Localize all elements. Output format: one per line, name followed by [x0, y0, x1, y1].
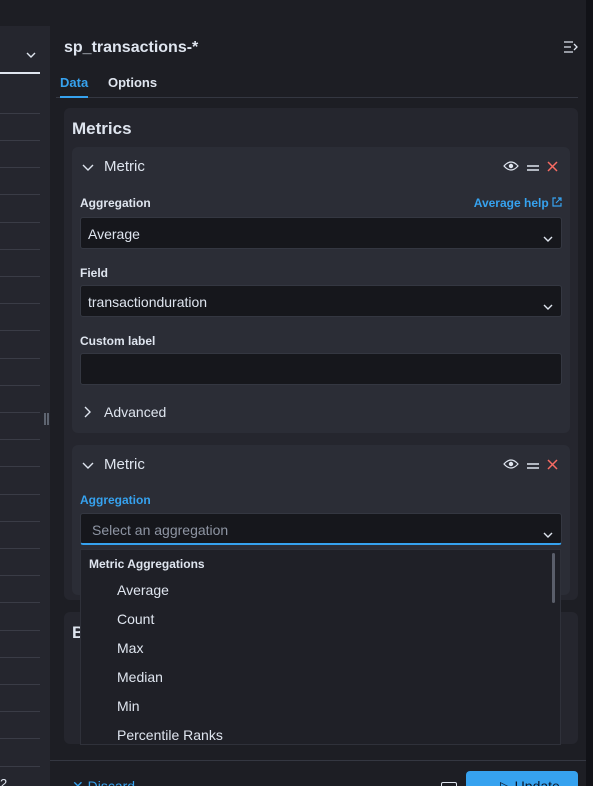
left-pane-row[interactable]	[0, 249, 40, 250]
aggregation-select[interactable]: Average	[80, 217, 562, 249]
discard-button[interactable]: ✕ Discard	[72, 778, 135, 786]
eye-icon[interactable]	[503, 457, 519, 475]
external-link-icon	[552, 196, 562, 210]
left-pane-select[interactable]	[0, 26, 40, 74]
eye-icon[interactable]	[503, 159, 519, 177]
dropdown-option[interactable]: Average	[117, 582, 169, 598]
left-pane-row[interactable]	[0, 140, 40, 141]
metric-card-title: Metric	[104, 456, 145, 473]
metric-card-actions	[503, 159, 558, 177]
close-icon[interactable]	[547, 159, 558, 177]
aggregation-dropdown: Metric Aggregations Average Count Max Me…	[80, 549, 561, 745]
left-pane-row[interactable]	[0, 548, 40, 549]
aggregation-select[interactable]: Select an aggregation	[80, 513, 562, 545]
field-select[interactable]: transactionduration	[80, 285, 562, 317]
custom-label-input[interactable]	[80, 353, 562, 385]
left-pane-row[interactable]	[0, 194, 40, 195]
chevron-down-icon	[82, 457, 94, 474]
tab-bar: Data Options	[56, 72, 578, 98]
drag-handle-icon[interactable]	[527, 159, 539, 177]
left-pane-row[interactable]	[0, 711, 40, 712]
chevron-right-icon	[84, 405, 91, 421]
left-pane-row[interactable]	[0, 330, 40, 331]
left-pane-row[interactable]	[0, 684, 40, 685]
metrics-section: Metrics Metric Aggregation Average help …	[64, 108, 578, 600]
keyboard-icon[interactable]	[441, 779, 457, 786]
close-icon: ✕	[72, 778, 84, 786]
left-pane-row[interactable]	[0, 303, 40, 304]
left-pane-row[interactable]	[0, 738, 40, 739]
left-pane-row[interactable]	[0, 412, 40, 413]
left-pane-row[interactable]	[0, 575, 40, 576]
left-pane-row[interactable]	[0, 113, 40, 114]
dropdown-option[interactable]: Median	[117, 669, 163, 685]
aggregation-value: Average	[88, 226, 140, 242]
app-root: 2 sp_transactions-* Data Options Metrics…	[0, 0, 593, 786]
update-label: Update	[514, 778, 560, 786]
dropdown-option[interactable]: Count	[117, 611, 154, 627]
dropdown-option[interactable]: Max	[117, 640, 143, 656]
left-pane-row[interactable]	[0, 358, 40, 359]
chevron-down-icon	[26, 45, 36, 63]
advanced-toggle[interactable]: Advanced	[84, 404, 166, 421]
left-pane-row[interactable]	[0, 439, 40, 440]
aggregation-placeholder: Select an aggregation	[92, 522, 229, 538]
left-pane-row[interactable]	[0, 276, 40, 277]
play-icon: ▷	[500, 778, 511, 786]
field-value: transactionduration	[88, 294, 208, 310]
aggregation-label: Aggregation	[80, 196, 151, 210]
drag-handle-icon[interactable]	[527, 457, 539, 475]
tab-options[interactable]: Options	[108, 75, 157, 98]
left-pane-row[interactable]	[0, 602, 40, 603]
average-help-text: Average help	[473, 196, 549, 210]
metric-card-toggle[interactable]: Metric	[82, 456, 145, 474]
left-pane-row[interactable]	[0, 385, 40, 386]
left-pane: 2	[0, 26, 50, 786]
left-pane-row[interactable]	[0, 657, 40, 658]
left-pane-row[interactable]	[0, 466, 40, 467]
field-label: Field	[80, 266, 109, 280]
left-pane-row[interactable]	[0, 167, 40, 168]
window-edge	[586, 0, 593, 786]
left-pane-row[interactable]	[0, 494, 40, 495]
metric-card-title: Metric	[104, 158, 145, 175]
left-pane-page-number[interactable]: 2	[0, 776, 7, 786]
aggregation-label: Aggregation	[80, 493, 151, 507]
dropdown-option[interactable]: Percentile Ranks	[117, 727, 223, 743]
top-strip	[0, 0, 593, 26]
tab-data[interactable]: Data	[60, 75, 89, 98]
average-help-link[interactable]: Average help	[474, 196, 562, 210]
left-pane-row[interactable]	[0, 521, 40, 522]
chevron-down-icon	[543, 229, 553, 245]
dropdown-option[interactable]: Min	[117, 698, 140, 714]
metric-card-actions	[503, 457, 558, 475]
advanced-label: Advanced	[104, 404, 167, 420]
update-button[interactable]: ▷ Update	[466, 771, 578, 786]
dropdown-scrollbar[interactable]	[552, 553, 555, 603]
index-pattern-title: sp_transactions-*	[64, 39, 199, 56]
chevron-down-icon	[82, 159, 94, 176]
close-icon[interactable]	[547, 457, 558, 475]
chevron-down-icon	[543, 297, 553, 313]
dropdown-group-label: Metric Aggregations	[89, 557, 205, 571]
metrics-heading: Metrics	[72, 119, 132, 138]
discard-label: Discard	[87, 778, 136, 786]
metric-card: Metric Aggregation Average help Average …	[72, 147, 570, 433]
editor-footer: ✕ Discard ▷ Update	[50, 760, 586, 786]
chevron-down-icon	[543, 525, 553, 541]
left-pane-row[interactable]	[0, 766, 40, 767]
left-pane-row[interactable]	[0, 222, 40, 223]
left-pane-row[interactable]	[0, 630, 40, 631]
custom-label-label: Custom label	[80, 334, 156, 348]
menu-collapse-icon[interactable]	[564, 40, 578, 58]
metric-card-toggle[interactable]: Metric	[82, 158, 145, 176]
